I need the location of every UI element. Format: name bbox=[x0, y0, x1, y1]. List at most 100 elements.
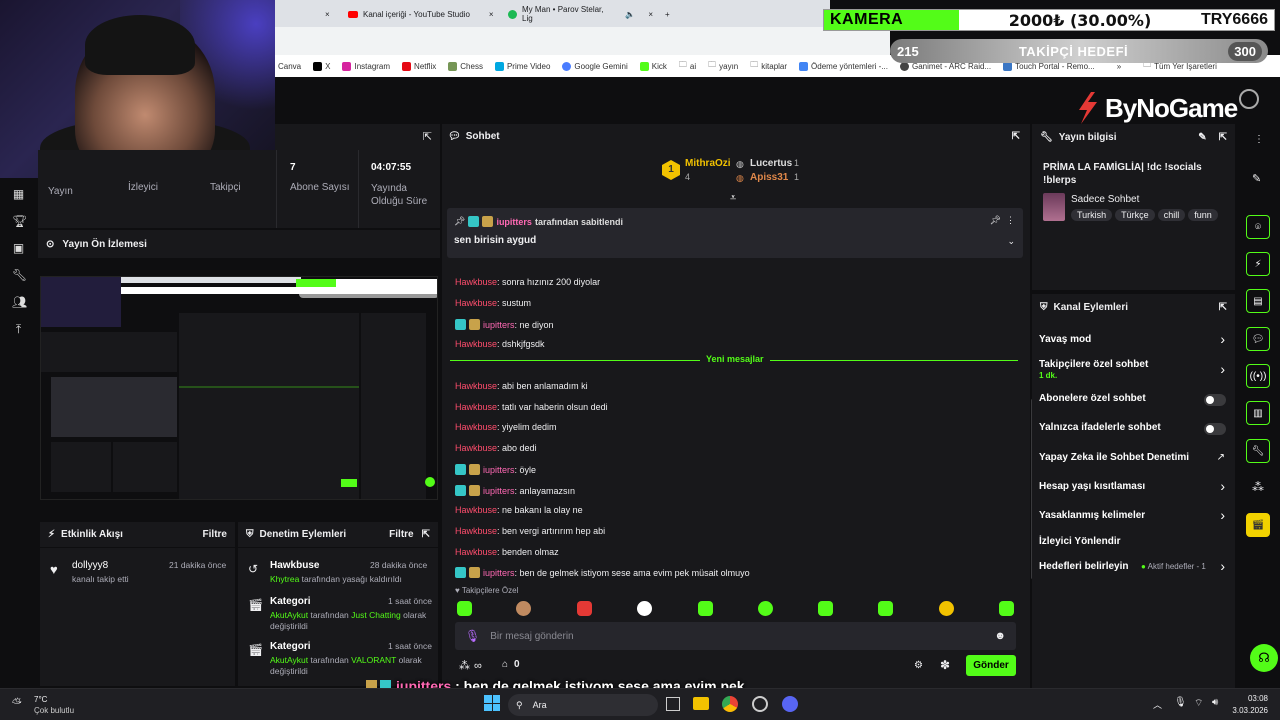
bookmark-folder-yayin[interactable]: 🗀 yayın bbox=[708, 59, 738, 73]
more-icon[interactable]: ⋮ bbox=[1254, 134, 1264, 145]
clapperboard-icon[interactable]: 🎬︎ bbox=[1246, 513, 1270, 537]
microphone-icon[interactable]: 🎙︎ bbox=[465, 629, 480, 643]
chat-username[interactable]: iupitters bbox=[483, 320, 515, 330]
chat-message[interactable]: iupitters: ben de gelmek istiyom sese am… bbox=[455, 567, 750, 578]
obs-icon[interactable] bbox=[752, 696, 768, 712]
top-user-2[interactable]: Lucertus bbox=[750, 158, 792, 169]
bookmark-prime-video[interactable]: Prime Video bbox=[494, 61, 550, 71]
bookmark-netflix[interactable]: Netflix bbox=[402, 61, 436, 71]
chrome-icon[interactable] bbox=[722, 696, 738, 712]
top-user-3[interactable]: Apiss31 bbox=[750, 172, 788, 183]
chat-message[interactable]: iupitters: ne diyon bbox=[455, 319, 554, 330]
address-bar[interactable] bbox=[275, 27, 890, 55]
chat-message[interactable]: Hawkbuse: tatlı var haberin olsun dedi bbox=[455, 402, 608, 412]
emote-icon[interactable] bbox=[637, 601, 652, 616]
bookmark-odeme[interactable]: Ödeme yöntemleri -... bbox=[799, 61, 888, 71]
chat-username[interactable]: Hawkbuse bbox=[455, 339, 497, 349]
send-button[interactable]: Gönder bbox=[966, 655, 1016, 676]
chat-message[interactable]: Hawkbuse: abi ben anlamadım ki bbox=[455, 381, 588, 391]
dashboard-icon[interactable]: ▦ bbox=[12, 188, 25, 201]
bolt-icon[interactable]: ⚡︎ bbox=[1246, 252, 1270, 276]
wifi-icon[interactable]: ⌔ bbox=[1194, 697, 1203, 710]
popout-icon[interactable]: ⇱ bbox=[423, 130, 432, 143]
new-tab-button[interactable]: + bbox=[665, 4, 670, 24]
collapse-icon[interactable]: ⩡ bbox=[730, 192, 736, 205]
emote-icon[interactable] bbox=[939, 601, 954, 616]
bookmark-gemini[interactable]: Google Gemini bbox=[562, 61, 628, 71]
chat-message[interactable]: iupitters: öyle bbox=[455, 464, 536, 475]
tab-close-icon[interactable]: × bbox=[648, 10, 653, 19]
speaker-icon[interactable]: 🔈 bbox=[625, 10, 635, 19]
edit-icon[interactable]: ✎ bbox=[1198, 132, 1206, 143]
headset-icon[interactable]: ☊ bbox=[1250, 644, 1278, 672]
chat-username[interactable]: Hawkbuse bbox=[455, 381, 497, 391]
chat-message[interactable]: Hawkbuse: dshkjfgsdk bbox=[455, 339, 545, 349]
emote-icon[interactable] bbox=[878, 601, 893, 616]
tab-close-icon[interactable]: × bbox=[489, 10, 494, 19]
chat-message[interactable]: iupitters: anlayamazsın bbox=[455, 485, 575, 496]
store-count[interactable]: ⌂ 0 bbox=[502, 659, 520, 670]
popout-icon[interactable]: ⇱ bbox=[1012, 131, 1020, 142]
microphone-icon[interactable]: 🎙︎ bbox=[1174, 697, 1187, 708]
save-icon[interactable]: ▥ bbox=[1246, 401, 1270, 425]
chat-username[interactable]: Hawkbuse bbox=[455, 422, 497, 432]
bookmark-x[interactable]: X bbox=[313, 61, 330, 71]
pencil-icon[interactable]: ✎ bbox=[1252, 172, 1261, 185]
emote-icon[interactable] bbox=[516, 601, 531, 616]
stream-preview[interactable] bbox=[40, 276, 438, 500]
chevron-right-icon[interactable]: › bbox=[1220, 478, 1225, 494]
wrench-icon[interactable]: 🔧︎ bbox=[12, 269, 27, 282]
emote-icon[interactable] bbox=[457, 601, 472, 616]
chat-message[interactable]: Hawkbuse: ne bakanı la olay ne bbox=[455, 505, 583, 515]
chevron-down-icon[interactable]: ⌄ bbox=[1007, 236, 1015, 247]
popout-icon[interactable]: ⇱ bbox=[422, 529, 430, 540]
tab-youtube-studio[interactable]: Kanal içeriği - YouTube Studio × bbox=[348, 4, 498, 24]
trophy-icon[interactable]: 🏆︎ bbox=[12, 215, 27, 228]
chat-username[interactable]: Hawkbuse bbox=[455, 402, 497, 412]
settings-icon[interactable]: ⚙ bbox=[914, 660, 923, 671]
chevron-right-icon[interactable]: › bbox=[1220, 331, 1225, 347]
chevron-right-icon[interactable]: › bbox=[1220, 361, 1225, 377]
action-goals[interactable]: Hedefleri belirleyin bbox=[1039, 561, 1128, 572]
emoji-icon[interactable]: ☻ bbox=[994, 630, 1006, 642]
wrench-icon[interactable]: 🔧︎ bbox=[1246, 439, 1270, 463]
moderation-filter-button[interactable]: Filtre bbox=[389, 529, 413, 540]
action-account-age[interactable]: Hesap yaşı kısıtlaması bbox=[1039, 481, 1145, 492]
chat-message[interactable]: Hawkbuse: benden olmaz bbox=[455, 547, 559, 557]
upload-icon[interactable]: ⤒ bbox=[12, 323, 25, 336]
bookmark-folder-kitaplar[interactable]: 🗀 kitaplar bbox=[750, 59, 787, 73]
chat-username[interactable]: Hawkbuse bbox=[455, 547, 497, 557]
chevron-right-icon[interactable]: › bbox=[1220, 507, 1225, 523]
weather-icon[interactable]: ⛅︎ bbox=[12, 696, 22, 711]
chat-username[interactable]: iupitters bbox=[483, 568, 515, 578]
task-view-icon[interactable] bbox=[666, 697, 680, 711]
external-link-icon[interactable]: ↗ bbox=[1217, 452, 1225, 463]
subs-only-toggle[interactable] bbox=[1204, 394, 1226, 406]
action-raid[interactable]: İzleyici Yönlendir bbox=[1039, 536, 1121, 547]
file-explorer-icon[interactable] bbox=[693, 697, 709, 710]
bookmark-canva[interactable]: Canva bbox=[278, 62, 301, 71]
emote-icon[interactable] bbox=[818, 601, 833, 616]
media-icon[interactable]: ▣ bbox=[12, 242, 25, 255]
activity-filter-button[interactable]: Filtre bbox=[203, 529, 227, 540]
clipboard-icon[interactable]: ▤ bbox=[1246, 289, 1270, 313]
bookmark-folder-ai[interactable]: 🗀 ai bbox=[679, 59, 696, 73]
chevron-right-icon[interactable]: › bbox=[1220, 558, 1225, 574]
bookmark-chess[interactable]: Chess bbox=[448, 61, 483, 71]
bookmark-kick[interactable]: Kick bbox=[639, 61, 667, 71]
bookmark-instagram[interactable]: Instagram bbox=[342, 61, 390, 71]
tray-chevron-icon[interactable]: ︿ bbox=[1153, 698, 1162, 711]
chat-message[interactable]: Hawkbuse: ben vergi artırırım hep abi bbox=[455, 526, 605, 536]
emote-icon[interactable] bbox=[999, 601, 1014, 616]
popout-icon[interactable]: ⇱ bbox=[1219, 302, 1227, 313]
channel-points[interactable]: ⁂ ∞ bbox=[459, 659, 482, 673]
users-icon[interactable]: 👥︎ bbox=[12, 296, 27, 309]
chat-username[interactable]: iupitters bbox=[483, 465, 515, 475]
action-ai-moderation[interactable]: Yapay Zeka ile Sohbet Denetimi bbox=[1039, 452, 1189, 463]
chat-message[interactable]: Hawkbuse: yiyelim dedim bbox=[455, 422, 557, 432]
chat-username[interactable]: Hawkbuse bbox=[455, 298, 497, 308]
action-followers-only[interactable]: Takipçilere özel sohbet bbox=[1039, 359, 1148, 370]
popout-icon[interactable]: ⇱ bbox=[1219, 132, 1227, 143]
volume-icon[interactable]: 🔊︎ bbox=[1212, 697, 1218, 708]
chat-bubble-icon[interactable]: 💬︎ bbox=[1246, 327, 1270, 351]
